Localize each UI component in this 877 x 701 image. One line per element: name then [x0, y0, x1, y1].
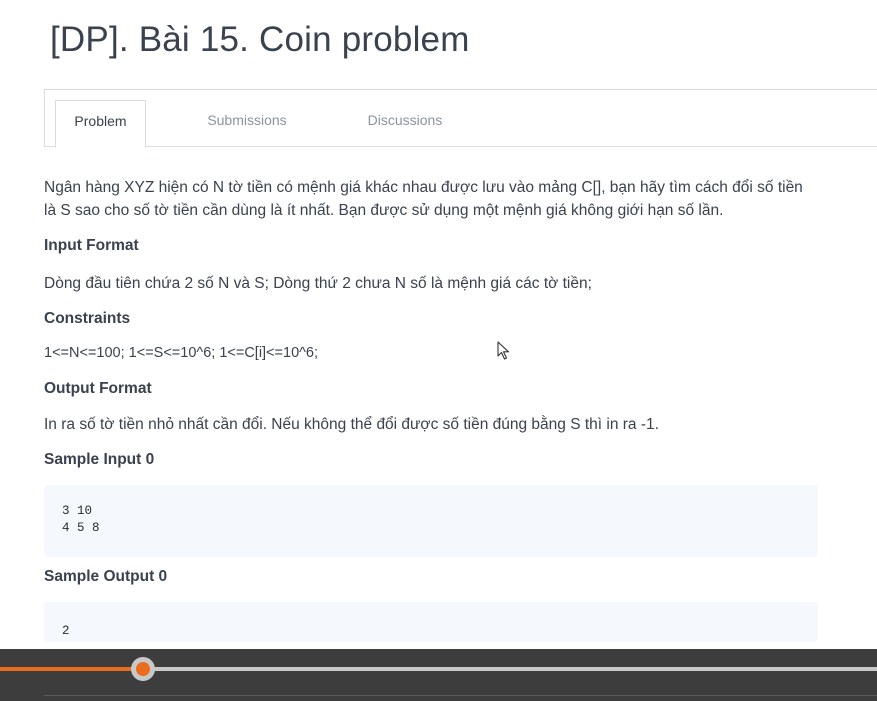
output-format-heading: Output Format [44, 380, 152, 397]
input-format-text: Dòng đầu tiên chứa 2 số N và S; Dòng thứ… [44, 275, 592, 292]
statement-line-1: Ngân hàng XYZ hiện có N tờ tiền có mệnh … [44, 179, 803, 196]
constraints-text: 1<=N<=100; 1<=S<=10^6; 1<=C[i]<=10^6; [44, 345, 319, 361]
mouse-pointer-icon [497, 341, 510, 360]
output-format-text: In ra số tờ tiền nhỏ nhất cần đổi. Nếu k… [44, 416, 659, 433]
constraints-heading: Constraints [44, 310, 131, 327]
sample-output-box: 2 [44, 602, 818, 642]
tab-discussions[interactable]: Discussions [350, 100, 460, 148]
video-player-bar [0, 649, 877, 701]
sample-output-value: 2 [62, 624, 70, 638]
seek-handle-inner [136, 662, 150, 676]
tab-bar: Problem Submissions Discussions [44, 89, 877, 148]
input-format-heading: Input Format [44, 237, 139, 254]
sample-input-line-1: 3 10 [62, 504, 93, 518]
sample-input-box: 3 10 4 5 8 [44, 485, 818, 557]
seek-handle[interactable] [131, 657, 155, 681]
seek-progress [0, 667, 143, 671]
tab-submissions[interactable]: Submissions [197, 100, 297, 148]
problem-content: Ngân hàng XYZ hiện có N tờ tiền có mệnh … [44, 176, 824, 642]
sample-input-heading: Sample Input 0 [44, 451, 155, 468]
statement-line-2: là S sao cho số tờ tiền cần dùng là ít n… [44, 202, 724, 219]
player-divider [44, 695, 877, 701]
sample-input-line-2: 4 5 8 [62, 521, 100, 535]
tab-problem[interactable]: Problem [55, 100, 146, 148]
page-title: [DP]. Bài 15. Coin problem [50, 20, 470, 59]
sample-output-heading: Sample Output 0 [44, 568, 168, 585]
